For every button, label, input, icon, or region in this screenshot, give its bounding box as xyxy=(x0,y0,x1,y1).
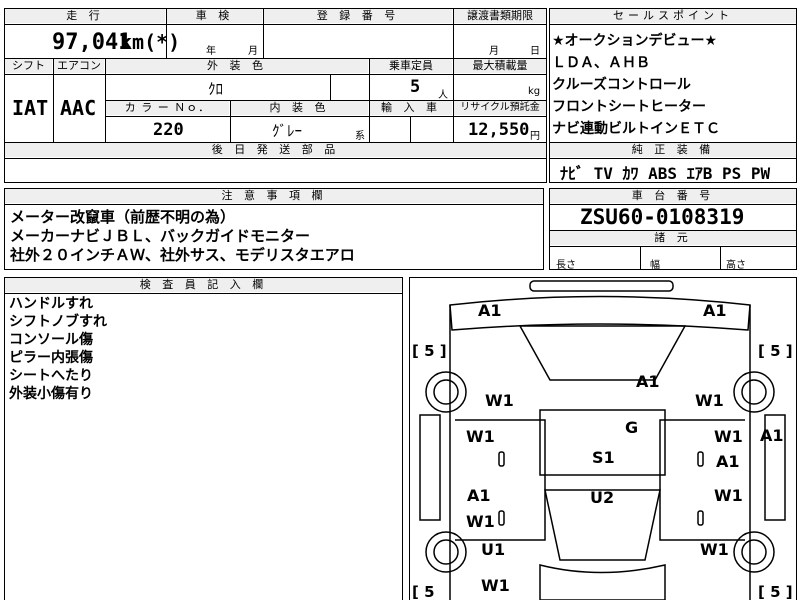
shaken-month: 月 xyxy=(248,46,258,57)
ac-header: エアコン xyxy=(54,59,104,73)
wheel-rear-left xyxy=(425,531,467,573)
transfer-day: 日 xyxy=(530,46,540,57)
damage-label: A1 xyxy=(478,301,502,320)
interior-value: ｸﾞﾚｰ xyxy=(272,122,303,140)
inspector-note-item: 外装小傷有り xyxy=(9,386,93,402)
damage-label: W1 xyxy=(466,427,495,446)
damage-label: W1 xyxy=(695,391,724,410)
front-windshield xyxy=(518,325,687,381)
dims-header: 諸 元 xyxy=(550,231,796,245)
shaken-year: 年 xyxy=(206,46,216,57)
note-item: メーカーナビＪＢＬ、バックガイドモニター xyxy=(10,227,311,245)
inspector-note-item: シートへたり xyxy=(9,368,93,384)
tire-mark: [ 5 ] xyxy=(412,342,447,360)
note-item: メーター改竄車（前歴不明の為） xyxy=(10,208,236,226)
damage-label: A1 xyxy=(760,426,784,445)
capacity-header: 乗車定員 xyxy=(370,59,452,73)
front-bumper xyxy=(529,280,674,292)
damage-label: U2 xyxy=(590,488,614,507)
max-load-header: 最大積載量 xyxy=(454,59,546,73)
recycle-header: リサイクル預託金 xyxy=(454,101,546,115)
damage-label: G xyxy=(625,418,638,437)
damage-label: W1 xyxy=(466,512,495,531)
interior-suffix: 系 xyxy=(355,131,365,142)
tire-mark: [ 5 ] xyxy=(758,342,793,360)
notes-header: 注 意 事 項 欄 xyxy=(5,189,543,203)
dim-width: 幅 xyxy=(650,260,660,271)
equipment-header: 純 正 装 備 xyxy=(550,143,796,157)
color-no-value: 220 xyxy=(153,120,184,140)
shift-value: IAT xyxy=(12,96,49,120)
mileage-header: 走 行 xyxy=(5,9,165,23)
interior-header: 内 装 色 xyxy=(231,101,368,115)
inspector-note-item: ハンドルすれ xyxy=(9,296,93,312)
notes-list: メーター改竄車（前歴不明の為） メーカーナビＪＢＬ、バックガイドモニター 社外２… xyxy=(10,208,355,265)
equipment-value: ﾅﾋﾞ TV ｶﾜ ABS ｴｱB PS PW xyxy=(560,164,771,183)
wheel-front-left-inner xyxy=(433,379,459,405)
shift-header: シフト xyxy=(5,59,52,73)
damage-label: A1 xyxy=(716,452,740,471)
sales-point-item: ナビ連動ビルトインＥＴＣ xyxy=(552,121,720,137)
damage-label: W1 xyxy=(481,576,510,595)
sales-point-item: クルーズコントロール xyxy=(552,77,691,93)
damage-label: U1 xyxy=(481,540,505,559)
transfer-month: 月 xyxy=(489,46,499,57)
registration-header: 登 録 番 号 xyxy=(264,9,452,23)
damage-label: A1 xyxy=(636,372,660,391)
damage-label: A1 xyxy=(467,486,491,505)
transfer-header: 譲渡書類期限 xyxy=(454,9,546,23)
mileage-unit: km(*) xyxy=(120,30,181,54)
capacity-unit: 人 xyxy=(438,90,448,101)
car-damage-diagram: [ 5 ] [ 5 ] [ 5 [ 5 ] A1 A1 A1 W1 W1 G W… xyxy=(412,280,793,600)
damage-label: A1 xyxy=(703,301,727,320)
ac-value: AAC xyxy=(60,96,97,120)
inspector-note-item: シフトノブすれ xyxy=(9,314,107,330)
inspector-note-item: ピラー内張傷 xyxy=(9,350,93,366)
capacity-value: 5 xyxy=(410,77,421,97)
chassis-header: 車 台 番 号 xyxy=(550,189,796,203)
damage-label: S1 xyxy=(592,448,615,467)
inspector-header: 検 査 員 記 入 欄 xyxy=(5,278,402,292)
sales-point-item: ＬＤＡ、ＡＨＢ xyxy=(552,55,650,71)
wheel-front-left xyxy=(425,371,467,413)
sales-point-item: フロントシートヒーター xyxy=(552,99,706,115)
sales-point-item: ★オークションデビュー★ xyxy=(552,33,718,49)
damage-label: W1 xyxy=(714,486,743,505)
inspector-notes: ハンドルすれ シフトノブすれ コンソール傷 ピラー内張傷 シートへたり 外装小傷… xyxy=(9,295,107,403)
note-item: 社外２０インチＡＷ、社外サス、モデリスタエアロ xyxy=(10,246,355,264)
wheel-front-right-inner xyxy=(741,379,767,405)
load-unit: kg xyxy=(528,86,541,97)
inspector-note-item: コンソール傷 xyxy=(9,332,93,348)
chassis-number: ZSU60-0108319 xyxy=(580,205,745,229)
later-parts-header: 後 日 発 送 部 品 xyxy=(5,143,546,157)
tire-mark: [ 5 ] xyxy=(758,583,793,600)
recycle-value: 12,550 xyxy=(468,120,530,140)
shaken-header: 車 検 xyxy=(167,9,262,23)
import-header: 輸 入 車 xyxy=(370,101,452,115)
damage-label: W1 xyxy=(485,391,514,410)
trunk-outline xyxy=(539,564,666,600)
recycle-unit: 円 xyxy=(530,131,540,142)
dim-height: 高さ xyxy=(726,260,746,271)
wheel-rear-left-inner xyxy=(433,539,459,565)
damage-label: W1 xyxy=(700,540,729,559)
damage-label: W1 xyxy=(714,427,743,446)
dim-length: 長さ xyxy=(556,260,576,271)
tire-mark: [ 5 xyxy=(412,583,435,600)
side-rail-left xyxy=(419,414,441,521)
wheel-front-right xyxy=(733,371,775,413)
wheel-rear-right-inner xyxy=(741,539,767,565)
color-value: ｸﾛ xyxy=(208,80,224,98)
sales-points-list: ★オークションデビュー★ ＬＤＡ、ＡＨＢ クルーズコントロール フロントシートヒ… xyxy=(552,30,720,140)
color-no-header: カ ラ ー Ｎｏ． xyxy=(106,101,229,115)
sales-point-header: セールスポイント xyxy=(550,9,796,23)
wheel-rear-right xyxy=(733,531,775,573)
color-header: 外 装 色 xyxy=(106,59,368,73)
